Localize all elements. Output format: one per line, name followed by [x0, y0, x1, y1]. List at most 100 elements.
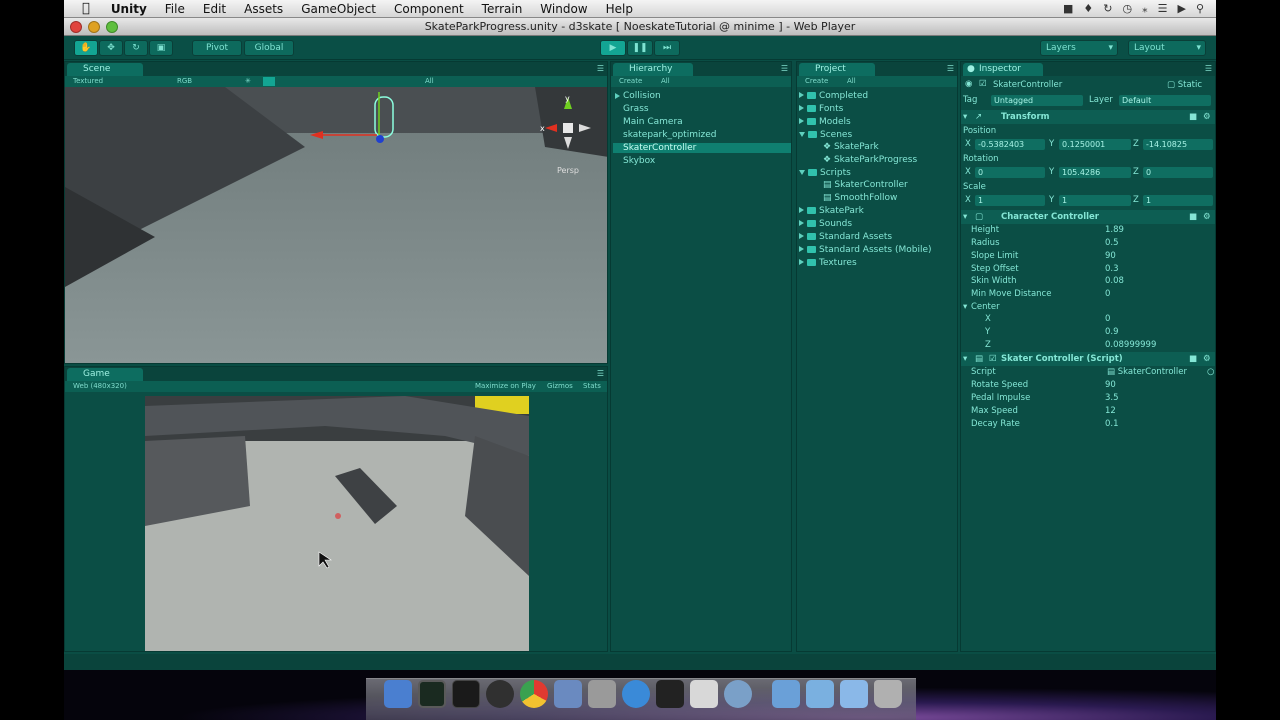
menu-app[interactable]: Unity — [102, 2, 156, 16]
lighting-toggle-icon[interactable]: ✳ — [245, 76, 251, 87]
minimize-icon[interactable] — [88, 21, 100, 33]
hierarchy-item-selected[interactable]: SkaterController — [613, 143, 791, 153]
unity-icon[interactable] — [656, 680, 684, 708]
scale-y-field[interactable]: 1 — [1059, 195, 1131, 206]
gizmos-toggle[interactable]: Gizmos — [547, 381, 573, 392]
panel-menu-icon[interactable]: ☰ — [597, 64, 604, 73]
expand-arrow-icon[interactable] — [799, 92, 804, 98]
transform-header[interactable]: ▾ ↗ Transform ■ ⚙ — [961, 110, 1215, 124]
evernote-icon[interactable]: ♦ — [1083, 2, 1093, 15]
project-item[interactable]: SkatePark — [799, 206, 864, 216]
project-item[interactable]: Standard Assets — [799, 232, 892, 242]
help-icon[interactable]: ■ — [1189, 354, 1197, 364]
step-button[interactable]: ⏭ — [654, 40, 680, 56]
character-controller-header[interactable]: ▾ ▢ Character Controller ■ ⚙ — [961, 210, 1215, 224]
menu-edit[interactable]: Edit — [194, 2, 235, 16]
apple-icon[interactable]:  — [64, 1, 102, 16]
panel-menu-icon[interactable]: ☰ — [947, 64, 954, 73]
layer-dropdown[interactable]: Default — [1119, 95, 1211, 106]
scene-viewport[interactable]: y x Persp — [65, 87, 608, 364]
hierarchy-item[interactable]: Collision — [613, 91, 791, 101]
active-checkbox[interactable]: ☑ — [979, 79, 987, 89]
project-item[interactable]: ▤ SmoothFollow — [823, 193, 897, 203]
center-z-field[interactable]: 0.08999999 — [1105, 340, 1156, 350]
channel-dropdown[interactable]: RGB — [177, 76, 192, 87]
preview-icon[interactable] — [554, 680, 582, 708]
panel-menu-icon[interactable]: ☰ — [781, 64, 788, 73]
scale-z-field[interactable]: 1 — [1143, 195, 1213, 206]
expand-arrow-icon[interactable] — [799, 220, 804, 226]
hand-tool-button[interactable]: ✋ — [74, 40, 98, 56]
project-item[interactable]: Scenes — [799, 130, 852, 140]
skater-controller-header[interactable]: ▾ ▤ ☑ Skater Controller (Script) ■ ⚙ — [961, 352, 1215, 366]
applications-folder-icon[interactable] — [772, 680, 800, 708]
camera-icon[interactable]: ■ — [1063, 2, 1073, 15]
help-icon[interactable]: ■ — [1189, 212, 1197, 222]
menu-file[interactable]: File — [156, 2, 194, 16]
foldout-arrow-icon[interactable]: ▾ — [963, 302, 967, 312]
project-item[interactable]: Completed — [799, 91, 868, 101]
project-item[interactable]: Sounds — [799, 219, 852, 229]
decay-rate-field[interactable]: 0.1 — [1105, 419, 1119, 429]
hierarchy-item[interactable]: Main Camera — [613, 117, 791, 127]
object-name-field[interactable]: SkaterController — [993, 80, 1062, 90]
rotate-speed-field[interactable]: 90 — [1105, 380, 1116, 390]
project-item[interactable]: Standard Assets (Mobile) — [799, 245, 932, 255]
safari-icon[interactable] — [622, 680, 650, 708]
pedal-impulse-field[interactable]: 3.5 — [1105, 393, 1119, 403]
tab-inspector[interactable]: ● Inspector — [963, 63, 1043, 76]
maximize-on-play-toggle[interactable]: Maximize on Play — [475, 381, 536, 392]
menu-help[interactable]: Help — [597, 2, 642, 16]
expand-arrow-icon[interactable] — [799, 118, 804, 124]
project-create-dropdown[interactable]: Create — [805, 76, 828, 87]
global-toggle[interactable]: Global — [244, 40, 294, 56]
play-button[interactable]: ▶ — [600, 40, 626, 56]
app-icon[interactable] — [724, 680, 752, 708]
panel-menu-icon[interactable]: ☰ — [1205, 64, 1212, 73]
expand-arrow-icon[interactable] — [799, 259, 804, 265]
image-effects-toggle[interactable] — [263, 77, 275, 86]
collapse-arrow-icon[interactable] — [799, 170, 805, 175]
menu-window[interactable]: Window — [531, 2, 596, 16]
project-item[interactable]: Models — [799, 117, 851, 127]
max-speed-field[interactable]: 12 — [1105, 406, 1116, 416]
slope-limit-field[interactable]: 90 — [1105, 251, 1116, 261]
layers-dropdown[interactable]: Layers ▾ — [1040, 40, 1118, 56]
hierarchy-item[interactable]: Skybox — [613, 156, 791, 166]
bluetooth-icon[interactable]: ⁎ — [1142, 2, 1148, 15]
pause-button[interactable]: ❚❚ — [627, 40, 653, 56]
close-icon[interactable] — [70, 21, 82, 33]
expand-arrow-icon[interactable] — [799, 207, 804, 213]
foldout-arrow-icon[interactable]: ▾ — [963, 354, 967, 364]
script-reference-field[interactable]: ▤ SkaterController — [1107, 367, 1187, 377]
scene-search-field[interactable]: All — [425, 76, 434, 87]
volume-icon[interactable]: ▶ — [1177, 2, 1185, 15]
activity-monitor-icon[interactable] — [418, 680, 446, 708]
rotation-x-field[interactable]: 0 — [975, 167, 1045, 178]
foldout-arrow-icon[interactable]: ▾ — [963, 112, 967, 122]
position-z-field[interactable]: -14.10825 — [1143, 139, 1213, 150]
tag-dropdown[interactable]: Untagged — [991, 95, 1083, 106]
height-field[interactable]: 1.89 — [1105, 225, 1124, 235]
rotate-tool-button[interactable]: ↻ — [124, 40, 148, 56]
dashboard-icon[interactable] — [486, 680, 514, 708]
pivot-toggle[interactable]: Pivot — [192, 40, 242, 56]
gear-icon[interactable]: ⚙ — [1203, 112, 1211, 122]
documents-folder-icon[interactable] — [806, 680, 834, 708]
center-y-field[interactable]: 0.9 — [1105, 327, 1119, 337]
rotation-y-field[interactable]: 105.4286 — [1059, 167, 1131, 178]
menu-assets[interactable]: Assets — [235, 2, 292, 16]
skin-width-field[interactable]: 0.08 — [1105, 276, 1124, 286]
enabled-checkbox[interactable]: ☑ — [989, 354, 997, 364]
foldout-arrow-icon[interactable]: ▾ — [963, 212, 967, 222]
scale-x-field[interactable]: 1 — [975, 195, 1045, 206]
project-search-field[interactable]: All — [847, 76, 856, 87]
layout-dropdown[interactable]: Layout ▾ — [1128, 40, 1206, 56]
menu-terrain[interactable]: Terrain — [473, 2, 532, 16]
panel-menu-icon[interactable]: ☰ — [597, 369, 604, 378]
downloads-folder-icon[interactable] — [840, 680, 868, 708]
trash-icon[interactable] — [874, 680, 902, 708]
static-checkbox[interactable]: ▢ Static — [1167, 80, 1202, 90]
object-picker-icon[interactable]: ○ — [1207, 367, 1214, 377]
center-x-field[interactable]: 0 — [1105, 314, 1110, 324]
